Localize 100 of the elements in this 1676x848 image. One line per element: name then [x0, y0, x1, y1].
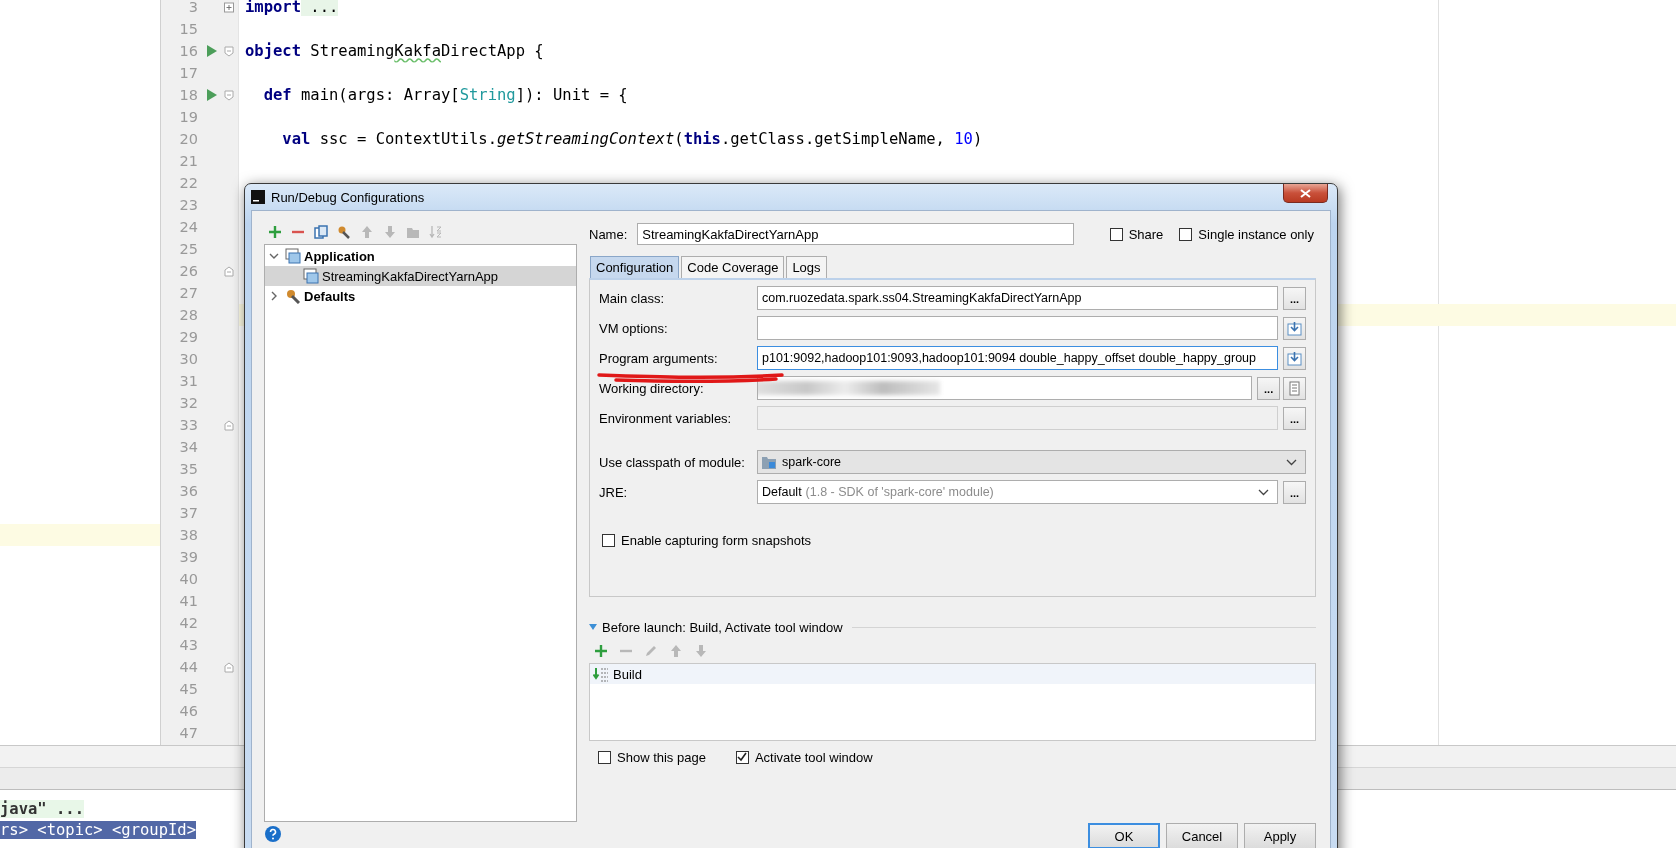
- expand-fold-icon[interactable]: [224, 1, 234, 13]
- document-button[interactable]: [1283, 376, 1306, 400]
- checkbox[interactable]: [1109, 227, 1123, 241]
- run-icon[interactable]: [207, 89, 217, 101]
- checkbox[interactable]: [598, 750, 611, 764]
- chevron-down-icon[interactable]: [269, 251, 279, 261]
- line-number: 42: [178, 615, 198, 631]
- checkbox[interactable]: [735, 750, 749, 764]
- browse-button[interactable]: ...: [1283, 286, 1306, 310]
- browse-button[interactable]: ...: [1283, 480, 1306, 504]
- tree-item[interactable]: StreamingKakfaDirectYarnApp: [265, 266, 576, 286]
- line-number: 47: [178, 725, 198, 741]
- expand-icon: [1287, 320, 1302, 336]
- tree-item[interactable]: Application: [265, 246, 576, 266]
- dialog-button[interactable]: Apply: [1244, 823, 1316, 848]
- field-label: Main class:: [599, 290, 666, 306]
- jre-dropdown[interactable]: Default (1.8 - SDK of 'spark-core' module): [757, 480, 1279, 504]
- module-dropdown[interactable]: spark-core: [757, 450, 1306, 474]
- code-line: import ...: [244, 0, 339, 16]
- wrench-icon[interactable]: [337, 225, 351, 239]
- expand-button[interactable]: [1283, 346, 1306, 370]
- line-number: 26: [178, 263, 198, 279]
- plus-icon[interactable]: [268, 225, 282, 239]
- copy-icon[interactable]: [314, 225, 328, 239]
- field-label: Use classpath of module:: [599, 454, 746, 470]
- fold-end-icon[interactable]: [224, 265, 234, 277]
- line-number: 30: [178, 351, 198, 367]
- expand-button[interactable]: [1283, 316, 1306, 340]
- checkbox-label: Enable capturing form snapshots: [621, 532, 812, 548]
- tab[interactable]: Logs: [786, 256, 827, 278]
- code-line: val ssc = ContextUtils.getStreamingContext(this.getClass.getSimpleName, 10): [281, 130, 983, 148]
- checkbox-label: Activate tool window: [754, 749, 873, 765]
- line-number: 36: [178, 483, 198, 499]
- field-label: Working directory:: [599, 380, 705, 396]
- line-number: 35: [178, 461, 198, 477]
- expand-icon: [1287, 350, 1302, 366]
- line-number: 18: [178, 87, 198, 103]
- document-icon: [1287, 380, 1303, 396]
- plus-icon[interactable]: [594, 644, 608, 658]
- checkbox-label: Single instance only: [1198, 226, 1314, 242]
- line-number: 41: [178, 593, 198, 609]
- line-number: 40: [178, 571, 198, 587]
- chevron-down-icon[interactable]: [1258, 488, 1270, 496]
- tab[interactable]: Configuration: [590, 256, 680, 278]
- line-number: 33: [178, 417, 198, 433]
- window-icon: [285, 248, 301, 264]
- line-number: 20: [178, 131, 198, 147]
- text-field[interactable]: [757, 376, 1253, 400]
- name-label: Name:: [589, 226, 628, 242]
- task-item[interactable]: Build: [590, 664, 1315, 684]
- text-field[interactable]: com.ruozedata.spark.ss04.StreamingKakfaDirectYarnApp: [757, 286, 1279, 310]
- chevron-down-icon[interactable]: [1286, 458, 1297, 466]
- dialog-button[interactable]: OK: [1088, 823, 1160, 848]
- line-number: 3: [187, 0, 198, 15]
- chevron-right-icon[interactable]: [269, 291, 279, 301]
- checkbox[interactable]: [1179, 227, 1193, 241]
- line-number: 34: [178, 439, 198, 455]
- line-number: 32: [178, 395, 198, 411]
- line-number: 37: [178, 505, 198, 521]
- browse-button[interactable]: ...: [1257, 376, 1281, 400]
- checkbox-label: Share: [1128, 226, 1164, 242]
- field-label: VM options:: [599, 320, 669, 336]
- close-button[interactable]: [1283, 184, 1328, 203]
- build-icon: [593, 666, 609, 682]
- checkbox[interactable]: [602, 533, 615, 547]
- line-number: 25: [178, 241, 198, 257]
- line-number: 29: [178, 329, 198, 345]
- text-field[interactable]: p101:9092,hadoop101:9093,hadoop101:9094 double_happy_offset double_happy_group: [757, 346, 1279, 370]
- line-number: 15: [178, 21, 198, 37]
- field-label: Environment variables:: [599, 410, 733, 426]
- line-number: 46: [178, 703, 198, 719]
- help-icon[interactable]: [265, 826, 281, 842]
- line-number: 21: [178, 153, 198, 169]
- app-logo-icon: [251, 190, 265, 204]
- line-number: 17: [178, 65, 198, 81]
- line-number: 24: [178, 219, 198, 235]
- collapse-triangle-icon[interactable]: [589, 624, 597, 630]
- dialog-button[interactable]: Cancel: [1166, 823, 1238, 848]
- line-number: 31: [178, 373, 198, 389]
- fold-end-icon[interactable]: [224, 661, 234, 673]
- field-label: Program arguments:: [599, 350, 719, 366]
- line-number: 39: [178, 549, 198, 565]
- line-number: 28: [178, 307, 198, 323]
- run-icon[interactable]: [207, 45, 217, 57]
- tree-item[interactable]: Defaults: [265, 286, 576, 306]
- fold-icon[interactable]: [224, 89, 234, 101]
- close-icon: [1300, 188, 1311, 198]
- folder-icon: [762, 455, 776, 469]
- fold-icon[interactable]: [224, 45, 234, 57]
- name-field[interactable]: StreamingKakfaDirectYarnApp: [637, 223, 1075, 245]
- line-number: 38: [178, 527, 198, 543]
- text-field[interactable]: [757, 316, 1279, 340]
- field-label: JRE:: [599, 484, 629, 500]
- code-line: def main(args: Array[String]): Unit = {: [262, 86, 628, 104]
- section-title: Before launch: Build, Activate tool window: [602, 619, 843, 635]
- line-number: 19: [178, 109, 198, 125]
- tab[interactable]: Code Coverage: [681, 256, 785, 278]
- line-number: 43: [178, 637, 198, 653]
- code-line: object StreamingKakfaDirectApp {: [244, 42, 544, 60]
- fold-end-icon[interactable]: [224, 419, 234, 431]
